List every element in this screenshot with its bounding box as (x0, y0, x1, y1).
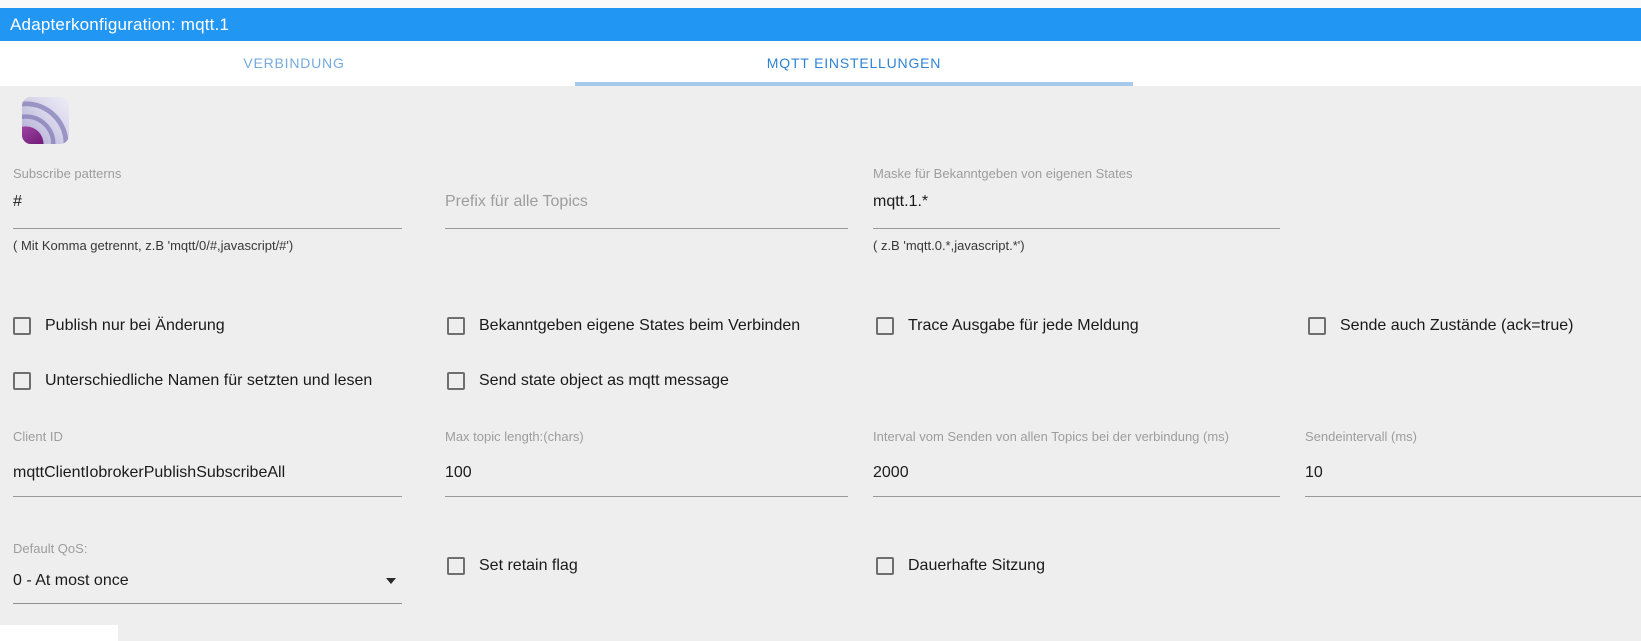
prefix-field (445, 166, 848, 229)
subscribe-patterns-label: Subscribe patterns (13, 166, 122, 181)
mqtt-adapter-icon (22, 97, 69, 144)
interval-all-topics-input[interactable] (873, 463, 1280, 497)
checkbox-announce-on-connect[interactable]: Bekanntgeben eigene States beim Verbinde… (447, 316, 800, 335)
checkbox-trace-output[interactable]: Trace Ausgabe für jede Meldung (876, 316, 1139, 335)
announce-mask-help: ( z.B 'mqtt.0.*,javascript.*') (873, 238, 1025, 253)
prefix-label-spacer (445, 166, 848, 182)
checkbox-set-retain-flag[interactable]: Set retain flag (447, 556, 578, 575)
subscribe-patterns-help: ( Mit Komma getrennt, z.B 'mqtt/0/#,java… (13, 238, 294, 253)
default-qos-value: 0 - At most once (13, 572, 129, 589)
top-margin-strip (0, 0, 1641, 8)
max-topic-length-input[interactable] (445, 463, 848, 497)
prefix-input[interactable] (445, 192, 848, 229)
default-qos-field: Default QoS: 0 - At most once (13, 541, 402, 604)
client-id-input[interactable] (13, 463, 402, 497)
tab-mqtt-einstellungen[interactable]: MQTT EINSTELLUNGEN (575, 41, 1133, 86)
send-interval-input[interactable] (1305, 463, 1641, 497)
active-tab-indicator (575, 82, 1133, 86)
max-topic-length-field: Max topic length:(chars) (445, 429, 848, 497)
checkbox-persistent-session-label: Dauerhafte Sitzung (908, 557, 1045, 574)
subscribe-patterns-field: Subscribe patterns ( Mit Komma getrennt,… (13, 166, 402, 253)
client-id-field: Client ID (13, 429, 402, 497)
checkbox-box-icon (447, 556, 465, 575)
tab-bar: VERBINDUNG MQTT EINSTELLUNGEN (0, 41, 1641, 86)
checkbox-box-icon (876, 316, 894, 335)
checkbox-box-icon (447, 316, 465, 335)
checkbox-box-icon (876, 556, 894, 575)
checkbox-box-icon (13, 316, 31, 335)
send-interval-field: Sendeintervall (ms) (1305, 429, 1641, 497)
announce-mask-label: Maske für Bekanntgeben von eigenen State… (873, 166, 1133, 181)
checkbox-box-icon (13, 371, 31, 390)
client-id-label: Client ID (13, 429, 63, 444)
checkbox-publish-on-change-label: Publish nur bei Änderung (45, 317, 225, 334)
bottom-left-white-area (0, 625, 118, 641)
send-interval-label: Sendeintervall (ms) (1305, 429, 1417, 444)
default-qos-label: Default QoS: (13, 541, 88, 556)
checkbox-send-ack-states[interactable]: Sende auch Zustände (ack=true) (1308, 316, 1573, 335)
dialog-titlebar: Adapterkonfiguration: mqtt.1 (0, 8, 1641, 41)
checkbox-different-names[interactable]: Unterschiedliche Namen für setzten und l… (13, 371, 372, 390)
interval-all-topics-label: Interval vom Senden von allen Topics bei… (873, 429, 1230, 444)
max-topic-length-label: Max topic length:(chars) (445, 429, 584, 444)
tab-verbindung[interactable]: VERBINDUNG (13, 41, 575, 86)
checkbox-send-state-object-label: Send state object as mqtt message (479, 372, 729, 389)
checkbox-send-state-object[interactable]: Send state object as mqtt message (447, 371, 729, 390)
announce-mask-field: Maske für Bekanntgeben von eigenen State… (873, 166, 1280, 253)
checkbox-persistent-session[interactable]: Dauerhafte Sitzung (876, 556, 1045, 575)
announce-mask-input[interactable] (873, 192, 1280, 229)
interval-all-topics-field: Interval vom Senden von allen Topics bei… (873, 429, 1280, 497)
checkbox-set-retain-flag-label: Set retain flag (479, 557, 578, 574)
adapter-config-window: Adapterkonfiguration: mqtt.1 VERBINDUNG … (0, 0, 1641, 641)
dialog-title: Adapterkonfiguration: mqtt.1 (10, 15, 230, 34)
chevron-down-icon (386, 578, 396, 584)
checkbox-announce-on-connect-label: Bekanntgeben eigene States beim Verbinde… (479, 317, 801, 334)
checkbox-publish-on-change[interactable]: Publish nur bei Änderung (13, 316, 225, 335)
default-qos-select[interactable]: 0 - At most once (13, 571, 402, 604)
checkbox-different-names-label: Unterschiedliche Namen für setzten und l… (45, 372, 373, 389)
checkbox-trace-output-label: Trace Ausgabe für jede Meldung (908, 317, 1139, 334)
subscribe-patterns-input[interactable] (13, 192, 402, 229)
checkbox-box-icon (447, 371, 465, 390)
checkbox-box-icon (1308, 316, 1326, 335)
checkbox-send-ack-states-label: Sende auch Zustände (ack=true) (1340, 317, 1574, 334)
